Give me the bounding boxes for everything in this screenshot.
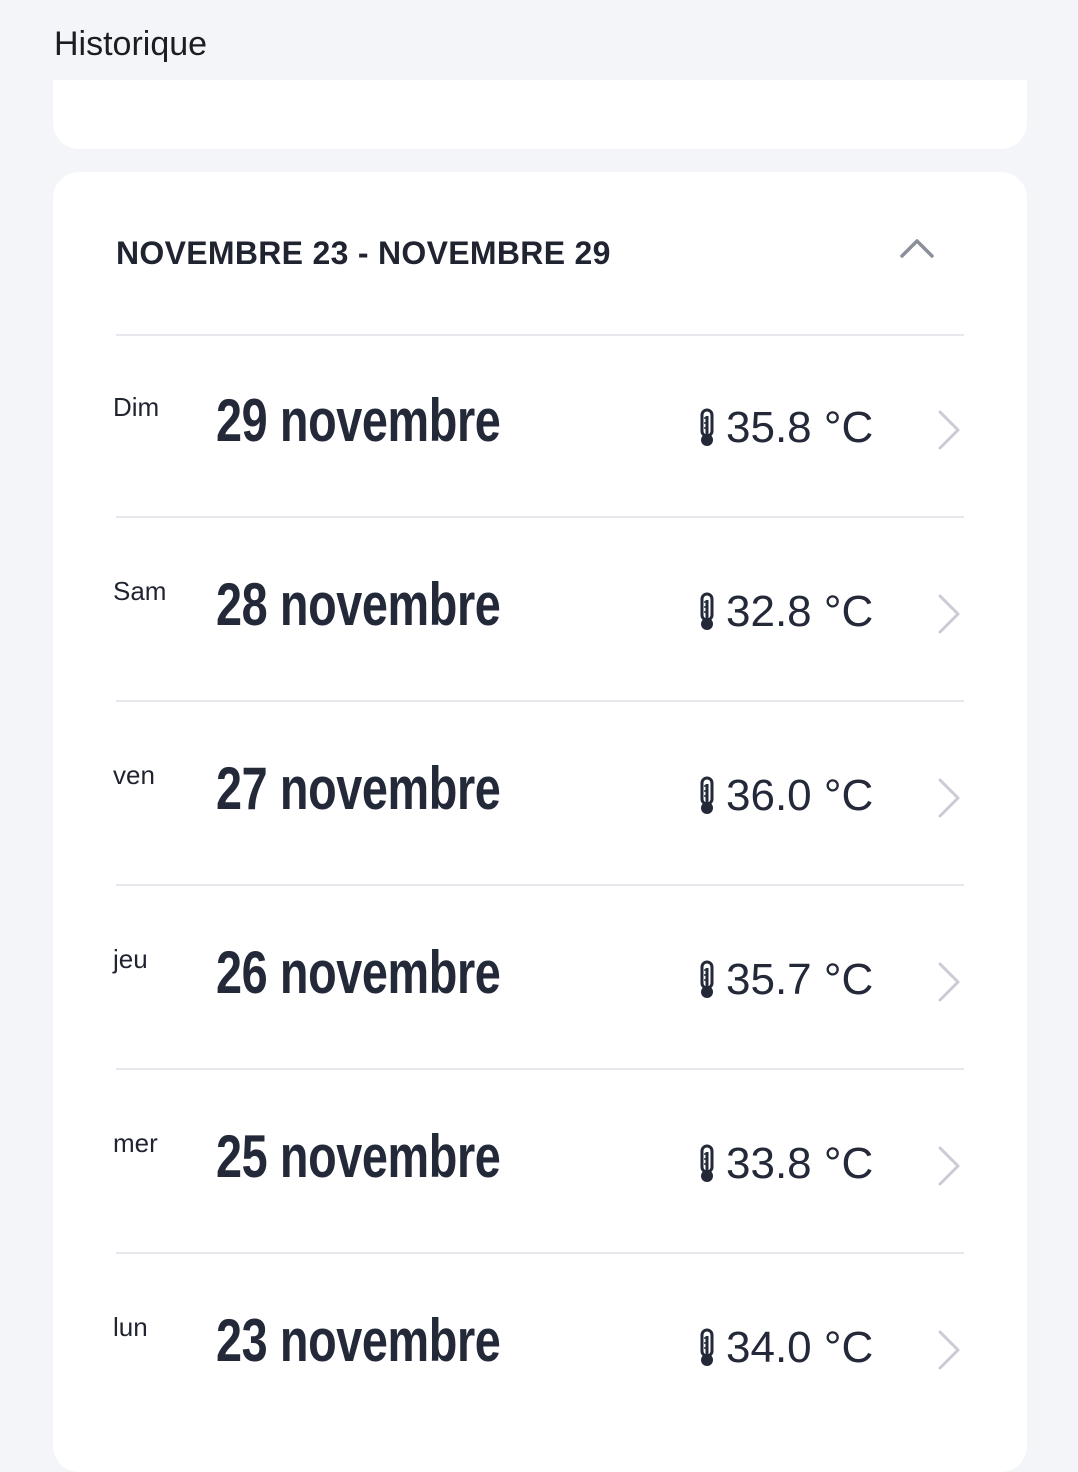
day-row[interactable]: jeu 26 novembre 35.7 °C: [113, 886, 964, 1070]
chevron-right-icon[interactable]: [936, 776, 962, 820]
week-header[interactable]: NOVEMBRE 23 - NOVEMBRE 29: [116, 172, 964, 336]
chevron-right-icon[interactable]: [936, 1328, 962, 1372]
thermometer-icon: [700, 1328, 714, 1366]
chevron-up-icon[interactable]: [899, 232, 935, 262]
temperature-value: 33.8 °C: [726, 1139, 874, 1188]
temperature-value: 35.7 °C: [726, 955, 874, 1004]
day-row[interactable]: Dim 29 novembre 35.8 °C: [113, 334, 964, 518]
temperature-reading: 32.8 °C: [698, 587, 874, 636]
day-list: Dim 29 novembre 35.8 °C Sam 28 novembre: [113, 334, 964, 1436]
date-label: 29 novembre: [216, 387, 501, 454]
page-title: Historique: [54, 25, 208, 63]
thermometer-icon: [700, 408, 714, 446]
chevron-right-icon[interactable]: [936, 592, 962, 636]
temperature-value: 32.8 °C: [726, 587, 874, 636]
date-label: 23 novembre: [216, 1307, 501, 1374]
temperature-value: 35.8 °C: [726, 403, 874, 452]
date-label: 26 novembre: [216, 939, 501, 1006]
week-range-label: NOVEMBRE 23 - NOVEMBRE 29: [116, 235, 611, 271]
weekday-label: Sam: [113, 576, 167, 606]
temperature-reading: 35.8 °C: [698, 403, 874, 452]
thermometer-icon: [700, 592, 714, 630]
weekday-label: lun: [113, 1312, 148, 1342]
temperature-reading: 34.0 °C: [698, 1323, 874, 1372]
temperature-value: 34.0 °C: [726, 1323, 874, 1372]
weekday-label: Dim: [113, 392, 160, 422]
day-row[interactable]: lun 23 novembre 34.0 °C: [113, 1254, 964, 1436]
temperature-reading: 33.8 °C: [698, 1139, 874, 1188]
thermometer-icon: [700, 1144, 714, 1182]
weekday-label: jeu: [113, 944, 148, 974]
temperature-reading: 35.7 °C: [698, 955, 874, 1004]
day-row[interactable]: mer 25 novembre 33.8 °C: [113, 1070, 964, 1254]
day-row[interactable]: Sam 28 novembre 32.8 °C: [113, 518, 964, 702]
chevron-right-icon[interactable]: [936, 1144, 962, 1188]
thermometer-icon: [700, 776, 714, 814]
date-label: 27 novembre: [216, 755, 501, 822]
chevron-right-icon[interactable]: [936, 408, 962, 452]
day-row[interactable]: ven 27 novembre 36.0 °C: [113, 702, 964, 886]
date-label: 25 novembre: [216, 1123, 501, 1190]
thermometer-icon: [700, 960, 714, 998]
chevron-right-icon[interactable]: [936, 960, 962, 1004]
temperature-value: 36.0 °C: [726, 771, 874, 820]
date-label: 28 novembre: [216, 571, 501, 638]
weekday-label: ven: [113, 760, 155, 790]
weekday-label: mer: [113, 1128, 158, 1158]
week-card: NOVEMBRE 23 - NOVEMBRE 29 Dim 29 novembr…: [53, 172, 1027, 1472]
temperature-reading: 36.0 °C: [698, 771, 874, 820]
previous-week-card: [53, 80, 1027, 149]
